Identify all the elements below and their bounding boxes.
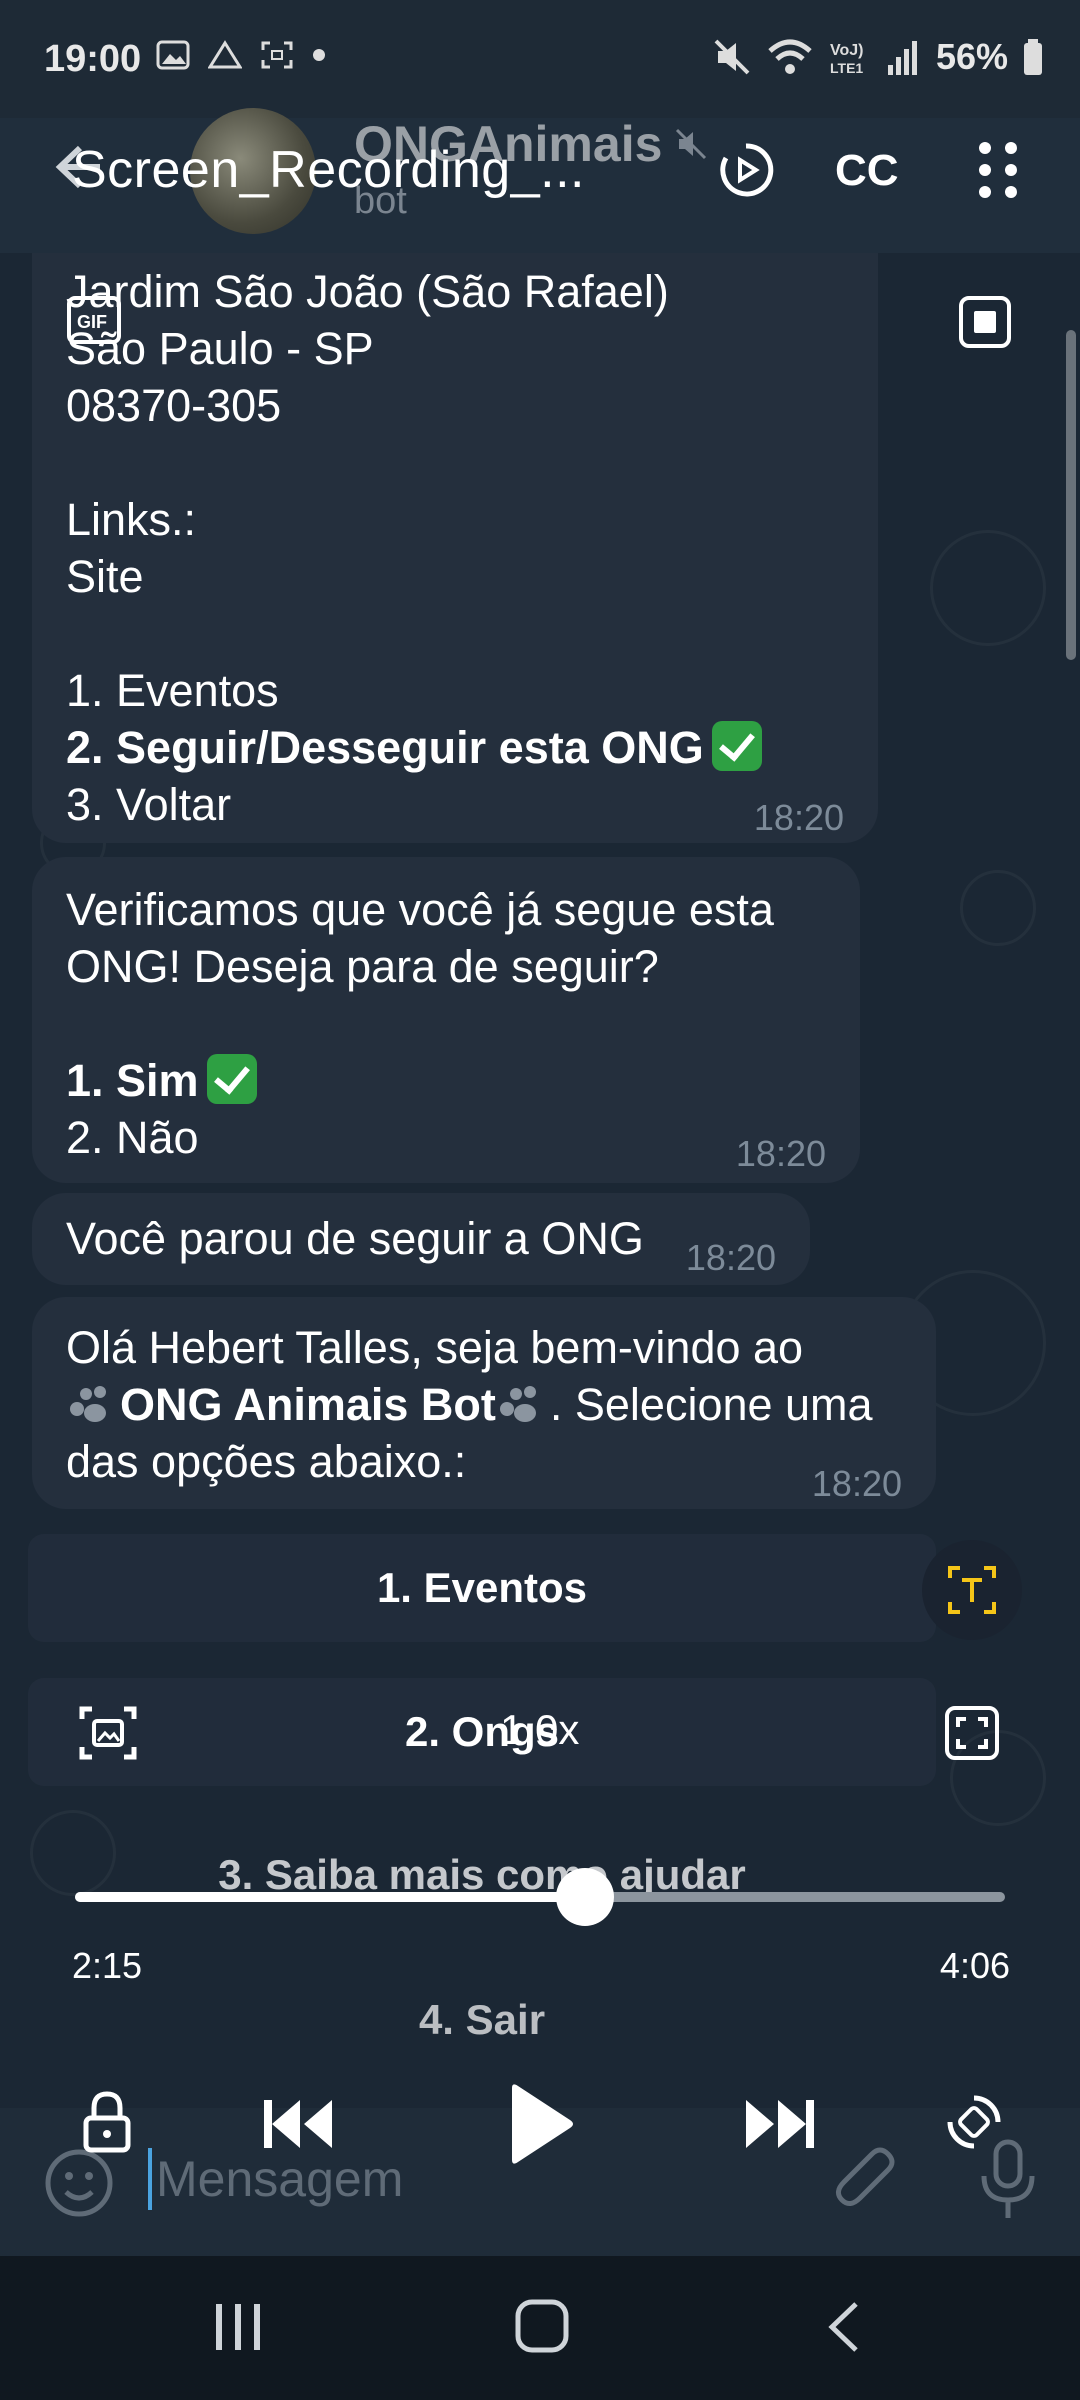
message-input[interactable]: Mensagem [156, 2150, 403, 2208]
scroll-indicator[interactable] [1066, 330, 1076, 660]
check-mark-icon [711, 721, 762, 771]
lock-icon[interactable] [82, 2090, 132, 2154]
message-text: . Selecione uma [549, 1379, 873, 1430]
message-line [66, 605, 762, 662]
keyboard-button-sair[interactable]: 4. Sair [28, 1966, 936, 2074]
current-time: 2:15 [72, 1945, 143, 1986]
wifi-icon [768, 39, 812, 74]
bot-name: ONG Animais Bot [120, 1379, 496, 1430]
message-line: das opções abaixo.: [66, 1436, 467, 1487]
total-time: 4:06 [939, 1945, 1010, 1986]
mute-icon [714, 39, 750, 75]
message-line: ONG! Deseja para de seguir? [66, 941, 659, 992]
message-line: Jardim São João (São Rafael) [66, 266, 669, 317]
paw-icon [496, 1384, 550, 1424]
message-line: Olá Hebert Talles, seja bem-vindo ao [66, 1322, 804, 1373]
svg-text:VoJ): VoJ) [830, 42, 863, 59]
recording-title: Screen_Recording_... [72, 141, 585, 199]
message-line: 08370-305 [66, 380, 282, 431]
message-line: 2. Não [66, 1112, 199, 1163]
message-line: 2. Seguir/Desseguir esta ONG [66, 719, 762, 776]
message-line: São Paulo - SP [66, 323, 374, 374]
message-bubble: Olá Hebert Talles, seja bem-vindo ao ONG… [32, 1297, 936, 1509]
svg-text:GIF: GIF [77, 312, 107, 332]
status-time: 19:00 [44, 38, 142, 80]
navigation-bar [0, 2256, 1080, 2400]
screenshot-icon [261, 41, 293, 69]
message-line: 3. Voltar [66, 779, 232, 830]
message-bubble: Verificamos que você já segue esta ONG! … [32, 857, 860, 1183]
signal-icon [887, 41, 917, 75]
keyboard-button-ongs[interactable]: 2. Ongs [28, 1678, 936, 1786]
stop-icon[interactable] [958, 295, 1012, 349]
status-bar: 19:00 VoJ) LTE1 56% [0, 0, 1080, 118]
message-line: Você parou de seguir a ONG [66, 1213, 644, 1264]
more-options-icon[interactable] [975, 140, 1021, 200]
attach-icon[interactable] [832, 2144, 902, 2220]
fullscreen-icon[interactable] [944, 1705, 1000, 1761]
playback-icon[interactable] [716, 140, 776, 200]
text-recognition-icon [948, 1566, 996, 1614]
muted-icon [675, 128, 707, 160]
link-site[interactable]: Site [66, 548, 762, 605]
skip-previous-icon[interactable] [262, 2096, 334, 2152]
message-line-text: 2. Seguir/Desseguir esta ONG [66, 722, 704, 773]
svg-text:LTE1: LTE1 [830, 60, 863, 76]
message-line: ONG Animais Bot . Selecione uma [66, 1376, 873, 1433]
message-bubble: Jardim São João (São Rafael) São Paulo -… [32, 253, 878, 843]
emoji-icon[interactable] [44, 2148, 114, 2218]
recent-apps-icon[interactable] [212, 2302, 264, 2352]
message-line-text: 1. Sim [66, 1055, 199, 1106]
message-line [66, 995, 774, 1052]
seek-handle[interactable] [555, 1868, 614, 1926]
rotate-icon[interactable] [944, 2092, 1004, 2152]
dot-icon [313, 49, 325, 61]
check-mark-icon [206, 1054, 257, 1104]
seek-bar[interactable] [75, 1892, 1005, 1902]
volte-icon: VoJ)LTE1 [830, 42, 863, 76]
message-line: Links.: [66, 494, 197, 545]
back-icon[interactable] [826, 2300, 862, 2354]
battery-icon [1024, 39, 1042, 75]
message-time: 18:20 [685, 1237, 776, 1278]
message-line: Verificamos que você já segue esta [66, 884, 774, 935]
battery-percent: 56% [935, 36, 1008, 77]
seek-progress [75, 1892, 585, 1902]
message-time: 18:20 [811, 1463, 902, 1504]
home-icon[interactable] [514, 2298, 570, 2354]
keyboard-button-saiba-mais[interactable]: 3. Saiba mais como ajudar [28, 1820, 936, 1930]
text-caret [148, 2148, 152, 2210]
keyboard-button-eventos[interactable]: 1. Eventos [28, 1534, 936, 1642]
captions-button[interactable]: CC [835, 146, 899, 196]
message-line [66, 434, 762, 491]
message-bubble: Você parou de seguir a ONG 18:20 [32, 1193, 810, 1285]
message-time: 18:20 [753, 797, 844, 838]
message-line: 1. Eventos [66, 665, 279, 716]
play-icon[interactable] [506, 2082, 576, 2166]
skip-next-icon[interactable] [744, 2096, 816, 2152]
gallery-icon [156, 40, 190, 70]
capture-icon[interactable] [78, 1705, 138, 1761]
gif-icon[interactable]: GIF [66, 295, 122, 345]
playback-speed[interactable]: 1.0x [500, 1706, 579, 1754]
text-recognition-button[interactable] [922, 1540, 1022, 1640]
paw-icon [66, 1384, 120, 1424]
drive-icon [208, 40, 242, 69]
message-time: 18:20 [735, 1133, 826, 1174]
message-line: 1. Sim [66, 1052, 774, 1109]
